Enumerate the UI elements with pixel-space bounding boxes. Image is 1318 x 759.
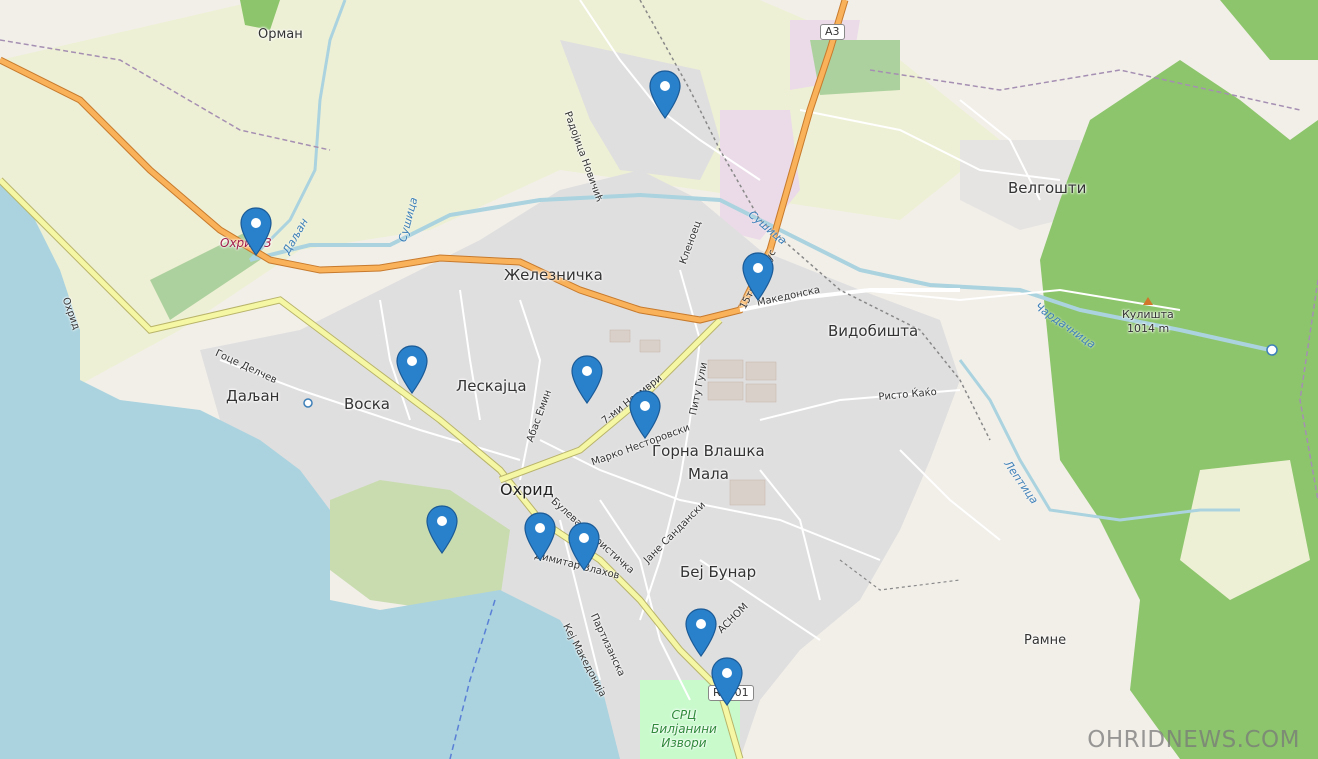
place-label-mala: Мала [688, 465, 729, 483]
place-label-daljan: Даљан [226, 387, 280, 405]
map-marker[interactable] [523, 512, 557, 562]
map-marker-icon [649, 70, 681, 120]
map-marker-icon [524, 512, 556, 562]
route-shield-a3: A3 [820, 24, 845, 40]
map-marker-icon [685, 608, 717, 658]
place-label-orman: Орман [258, 27, 303, 42]
map-marker-icon [571, 355, 603, 405]
map-marker[interactable] [239, 207, 273, 257]
place-label-gorna-vlashka: Горна Влашка [652, 442, 765, 460]
park-label: СРЦ Билјанини Извори [651, 708, 717, 750]
map-marker[interactable] [628, 390, 662, 440]
map-marker[interactable] [684, 608, 718, 658]
map-marker[interactable] [395, 345, 429, 395]
spring-icon [1266, 344, 1278, 356]
place-label-zheleznichka: Железничка [504, 266, 603, 284]
map-marker-icon [629, 390, 661, 440]
map-marker-icon [396, 345, 428, 395]
map-marker-icon [426, 505, 458, 555]
place-label-voska: Воска [344, 395, 390, 413]
map-marker-icon [711, 657, 743, 707]
place-label-vidobishta: Видобишта [828, 322, 919, 340]
map-marker[interactable] [567, 522, 601, 572]
map-marker[interactable] [710, 657, 744, 707]
map-marker[interactable] [425, 505, 459, 555]
place-label-velgoshti: Велгошти [1008, 179, 1087, 197]
peak-elevation-label: 1014 m [1127, 322, 1170, 335]
map-marker[interactable] [648, 70, 682, 120]
map-marker[interactable] [570, 355, 604, 405]
place-label-bej-bunar: Беј Бунар [680, 563, 757, 581]
map-marker-icon [568, 522, 600, 572]
map-marker[interactable] [741, 252, 775, 302]
place-label-ramne: Рамне [1024, 633, 1067, 648]
watermark: OHRIDNEWS.COM [1087, 727, 1300, 753]
point-icon [303, 398, 313, 408]
peak-name-label: Кулишта [1122, 308, 1174, 321]
place-label-ohrid: Охрид [500, 480, 554, 499]
map-marker-icon [742, 252, 774, 302]
map-marker-icon [240, 207, 272, 257]
place-label-leskajca: Лескајца [456, 377, 527, 395]
